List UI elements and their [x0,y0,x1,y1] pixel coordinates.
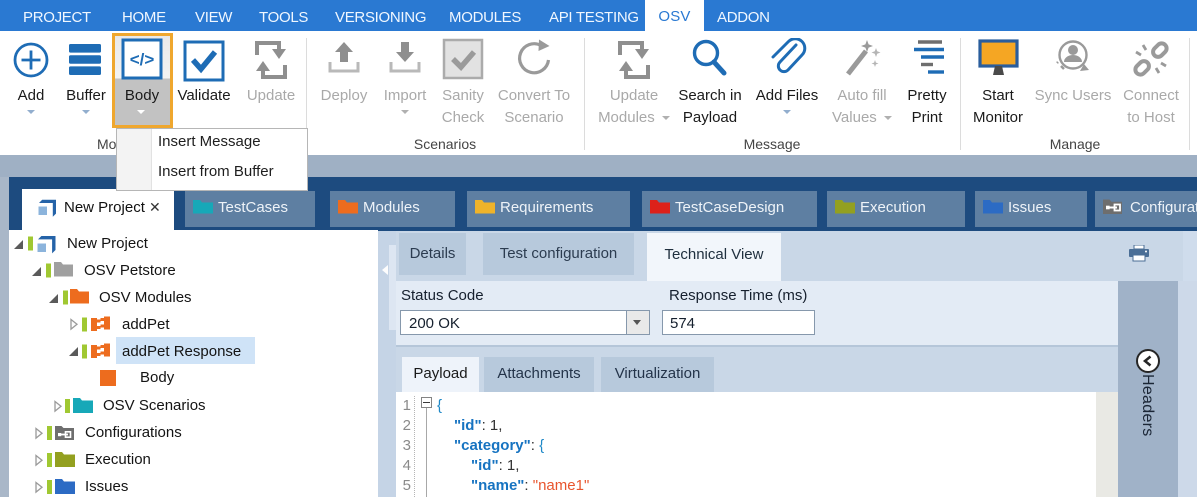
svg-text:</>: </> [130,50,155,69]
